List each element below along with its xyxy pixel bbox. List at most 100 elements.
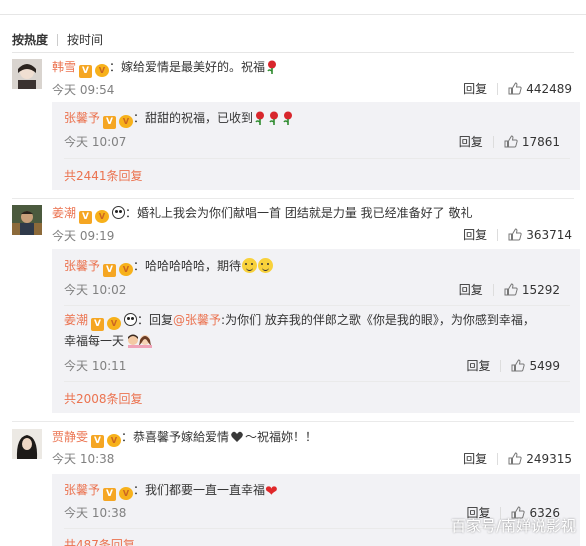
comment-3-reply-button[interactable]: 回复 (463, 450, 487, 467)
reply-2-2-text-c: 幸福每一天 (64, 334, 125, 348)
comment-2-reply-button[interactable]: 回复 (463, 226, 487, 243)
reply-1-1-line: 张馨予 V V ：甜甜的祝福，已收到 (64, 110, 295, 129)
v-verified-badge-icon: V (103, 264, 117, 277)
comment-1-line: 韩雪 V V ：嫁给爱情是最美好的。祝福 (52, 59, 279, 78)
vip-badge-icon: V (119, 487, 134, 500)
comment-3-username[interactable]: 贾静雯 (52, 430, 88, 444)
comment-3-line: 贾静雯 V V ：恭喜馨予嫁給爱情 ～祝福妳！！ (52, 429, 317, 448)
comment-1-text: ：嫁给爱情是最美好的。祝福 (109, 60, 266, 74)
avatar-hanxue[interactable] (12, 59, 42, 89)
reply-divider (64, 158, 570, 159)
comment-1-more-replies-link[interactable]: 共2441条回复 (64, 167, 143, 184)
sort-tabs: 按热度 按时间 (12, 31, 103, 48)
reply-2-2-actions: 回复 5499 (466, 357, 560, 374)
reply-2-2-username[interactable]: 姜潮 (64, 313, 88, 327)
reply-2-1-actions: 回复 15292 (459, 281, 560, 298)
reply-2-1-reply-button[interactable]: 回复 (459, 281, 483, 298)
panda-badge-icon (124, 313, 138, 326)
reply-2-2-line: 姜潮 V V ：回复@张馨予:为你们 放弃我的伴郎之歌《你是我的眼》，为你感到幸福， (64, 312, 535, 331)
sort-divider (12, 52, 574, 53)
panda-badge-icon (112, 206, 126, 219)
reply-3-1-text: ：我们都要一直一直幸福 (133, 483, 266, 497)
action-separator (492, 283, 494, 296)
reply-1-1-actions: 回复 17861 (459, 133, 560, 150)
comment-1-actions: 回复 442489 (463, 80, 572, 97)
reply-2-2-line-2: 幸福每一天 (64, 333, 156, 349)
watermark: 百家号/南婵说影视 (450, 517, 576, 535)
action-separator (497, 452, 499, 465)
vip-badge-icon: V (119, 115, 134, 128)
v-verified-badge-icon: V (91, 435, 105, 448)
thumb-up-icon[interactable] (508, 82, 522, 95)
comment-3-text-tail: ～祝福妳！！ (245, 430, 318, 444)
reply-3-1-line: 张馨予 V V ：我们都要一直一直幸福❤ (64, 482, 278, 501)
reply-2-1-line: 张馨予 V V ：哈哈哈哈哈，期待 (64, 258, 274, 277)
comment-1-reply-button[interactable]: 回复 (463, 80, 487, 97)
vip-badge-icon: V (107, 317, 122, 330)
reply-1-1-reply-button[interactable]: 回复 (459, 133, 483, 150)
comment-2-username[interactable]: 姜潮 (52, 206, 76, 220)
top-divider (0, 14, 586, 15)
comment-2-more-replies-link[interactable]: 共2008条回复 (64, 390, 143, 407)
reply-1-1-username[interactable]: 张馨予 (64, 111, 100, 125)
reply-1-1-like-count: 17861 (521, 134, 560, 149)
rose-icon (283, 111, 293, 125)
reply-2-2-reply-button[interactable]: 回复 (466, 357, 490, 374)
comment-2-like-count: 363714 (526, 227, 572, 242)
reply-3-1-time: 今天 10:38 (64, 506, 127, 520)
comment-1-like-count: 442489 (526, 81, 572, 96)
comment-3-more-replies-link[interactable]: 共487条回复 (64, 536, 135, 546)
comment-3-actions: 回复 249315 (463, 450, 572, 467)
vip-badge-icon: V (95, 210, 110, 223)
thumb-up-icon[interactable] (504, 283, 518, 296)
rose-icon (269, 111, 279, 125)
comment-3-like-count: 249315 (526, 451, 572, 466)
thumb-up-icon[interactable] (504, 135, 518, 148)
vip-badge-icon: V (107, 434, 122, 447)
rose-icon (267, 60, 277, 74)
thumb-up-icon[interactable] (508, 452, 522, 465)
comment-2-text: ：婚礼上我会为你们献唱一首 团结就是力量 我已经准备好了 敬礼 (125, 206, 473, 220)
heart-hands-icon (231, 431, 243, 442)
reply-2-1-text: ：哈哈哈哈哈，期待 (133, 259, 242, 273)
v-verified-badge-icon: V (79, 211, 93, 224)
comment-divider (12, 198, 574, 199)
comment-2-actions: 回复 363714 (463, 226, 572, 243)
sort-by-hot-tab[interactable]: 按热度 (12, 31, 48, 48)
reply-divider (64, 381, 570, 382)
comment-1-time: 今天 09:54 (52, 83, 115, 97)
action-separator (497, 228, 499, 241)
v-verified-badge-icon: V (79, 65, 93, 78)
avatar-jiajingwen[interactable] (12, 429, 42, 459)
reply-2-2-text-a: ：回复 (137, 313, 174, 327)
reply-1-1-time: 今天 10:07 (64, 135, 127, 149)
thumb-up-icon[interactable] (508, 228, 522, 241)
heart-icon: ❤ (265, 482, 278, 500)
comment-1-username[interactable]: 韩雪 (52, 60, 76, 74)
reply-1-1-text: ：甜甜的祝福，已收到 (133, 111, 254, 125)
couple-emoji-icon (128, 334, 153, 348)
vip-badge-icon: V (119, 263, 134, 276)
v-verified-badge-icon: V (91, 318, 105, 331)
comment-3-time: 今天 10:38 (52, 452, 115, 466)
comment-divider (12, 421, 574, 422)
v-verified-badge-icon: V (103, 116, 117, 129)
sort-by-time-tab[interactable]: 按时间 (67, 31, 103, 48)
avatar-jiangchao[interactable] (12, 205, 42, 235)
reply-2-2-mention-link[interactable]: @张馨予 (173, 313, 221, 327)
comment-3-text: ：恭喜馨予嫁給爱情 (121, 430, 230, 444)
reply-2-2-text-b: :为你们 放弃我的伴郎之歌《你是我的眼》，为你感到幸福， (221, 313, 535, 327)
smile-emoji-icon (242, 258, 258, 273)
v-verified-badge-icon: V (103, 488, 117, 501)
rose-icon (255, 111, 265, 125)
reply-2-1-time: 今天 10:02 (64, 283, 127, 297)
sort-separator (57, 33, 59, 46)
reply-2-1-username[interactable]: 张馨予 (64, 259, 100, 273)
vip-badge-icon: V (95, 64, 110, 77)
thumb-up-icon[interactable] (511, 359, 526, 372)
reply-divider (64, 305, 570, 306)
action-separator (500, 359, 502, 372)
smile-emoji-icon (258, 258, 274, 273)
action-separator (492, 135, 494, 148)
reply-3-1-username[interactable]: 张馨予 (64, 483, 100, 497)
